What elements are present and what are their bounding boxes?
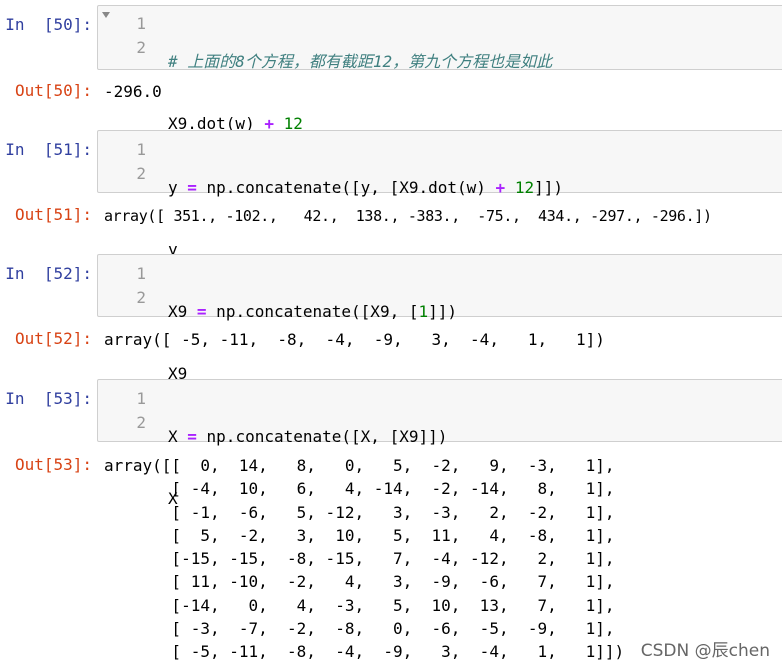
- output-prompt: Out[51]:: [14, 205, 92, 224]
- code-line: X = np.concatenate([X, [X9]]): [168, 425, 782, 449]
- cell-output: array([[ 0, 14, 8, 0, 5, -2, 9, -3, 1], …: [104, 456, 625, 662]
- output-prompt: Out[53]:: [14, 455, 92, 474]
- line-number: 2: [136, 288, 146, 307]
- line-number: 2: [136, 38, 146, 57]
- line-number-gutter: 1 2: [98, 12, 154, 69]
- line-number: 1: [136, 14, 146, 33]
- line-number-gutter: 1 2: [98, 387, 154, 441]
- watermark: CSDN @辰chen: [640, 641, 770, 661]
- code-comment: # 上面的8个方程，都有截距12，第九个方程也是如此: [168, 52, 553, 71]
- code-number: 12: [514, 178, 535, 197]
- code-line: y = np.concatenate([y, [X9.dot(w) + 12]]…: [168, 176, 782, 200]
- line-number-gutter: 1 2: [98, 262, 154, 316]
- line-number: 2: [136, 164, 146, 183]
- cell-output: array([ 351., -102., 42., 138., -383., -…: [104, 207, 712, 225]
- code-cell[interactable]: 1 2 y = np.concatenate([y, [X9.dot(w) + …: [97, 130, 782, 259]
- code-text: X9: [168, 302, 197, 321]
- code-cell[interactable]: 1 2 X9 = np.concatenate([X9, [1]]) X9: [97, 254, 782, 383]
- line-number: 1: [136, 389, 146, 408]
- code-text: X: [168, 427, 188, 446]
- code-text: ]]): [534, 178, 563, 197]
- cell-output: -296.0: [104, 82, 162, 101]
- line-number: 1: [136, 264, 146, 283]
- input-prompt: In [52]:: [5, 264, 92, 283]
- code-number: 1: [418, 302, 429, 321]
- code-text: np.concatenate([X9, [: [206, 302, 419, 321]
- output-prompt: Out[52]:: [14, 329, 92, 348]
- code-operator: =: [187, 178, 197, 197]
- code-operator: +: [495, 178, 506, 197]
- line-number: 1: [136, 140, 146, 159]
- line-number: 2: [136, 413, 146, 432]
- code-text: ]]): [428, 302, 458, 321]
- input-prompt: In [51]:: [5, 140, 92, 159]
- code-cell[interactable]: 1 2 X = np.concatenate([X, [X9]]) X: [97, 379, 782, 508]
- code-line: X9 = np.concatenate([X9, [1]]): [168, 300, 782, 324]
- code-text: np.concatenate([y, [X9.dot(w): [196, 178, 496, 197]
- code-text: np.concatenate([X, [X9]]): [196, 427, 448, 446]
- input-prompt: In [50]:: [5, 15, 92, 34]
- line-number-gutter: 1 2: [98, 138, 154, 192]
- code-operator: =: [187, 427, 197, 446]
- code-text: y: [168, 178, 188, 197]
- code-cell[interactable]: 1 2 # 上面的8个方程，都有截距12，第九个方程也是如此 X9.dot(w)…: [97, 5, 782, 133]
- output-prompt: Out[50]:: [14, 81, 92, 100]
- code-line: # 上面的8个方程，都有截距12，第九个方程也是如此: [168, 50, 782, 74]
- input-prompt: In [53]:: [5, 389, 92, 408]
- cell-output: array([ -5, -11, -8, -4, -9, 3, -4, 1, 1…: [104, 330, 605, 349]
- code-operator: =: [196, 302, 207, 321]
